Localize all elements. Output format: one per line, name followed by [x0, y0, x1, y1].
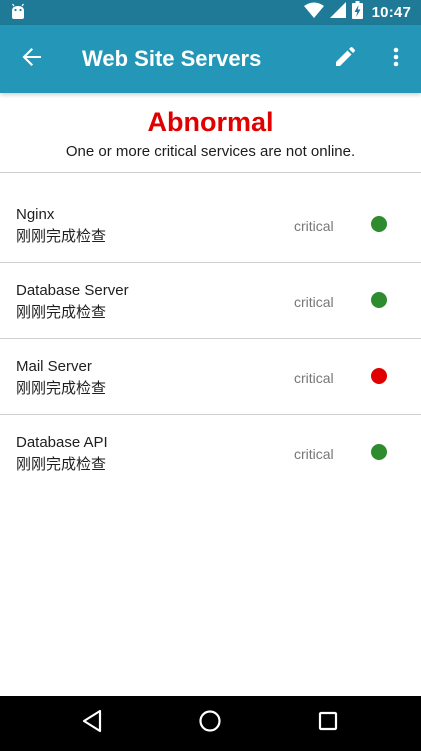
nav-recent-apps-button[interactable] — [313, 708, 343, 738]
page-title: Web Site Servers — [82, 46, 262, 71]
service-level: critical — [294, 294, 334, 310]
service-check-status: 刚刚完成检查 — [16, 228, 107, 245]
service-level: critical — [294, 218, 334, 234]
nav-back-icon — [81, 709, 103, 738]
status-dot-icon — [371, 292, 387, 308]
status-bar: 10:47 — [0, 0, 421, 25]
list-item[interactable]: Nginx 刚刚完成检查 critical — [0, 187, 421, 263]
nav-home-icon — [198, 709, 222, 738]
divider — [0, 172, 421, 173]
status-time: 10:47 — [371, 4, 411, 21]
service-check-status: 刚刚完成检查 — [16, 304, 107, 321]
status-summary: Abnormal One or more critical services a… — [0, 93, 421, 173]
battery-charging-icon — [351, 1, 363, 24]
more-options-button[interactable] — [378, 41, 414, 77]
status-dot-icon — [371, 368, 387, 384]
back-button[interactable] — [14, 41, 50, 77]
wifi-icon — [303, 2, 324, 23]
summary-message: One or more critical services are not on… — [65, 143, 356, 160]
system-nav-bar — [0, 696, 421, 751]
status-icons: 10:47 — [303, 0, 411, 25]
arrow-back-icon — [21, 46, 43, 73]
edit-button[interactable] — [327, 41, 363, 77]
nav-back-button[interactable] — [77, 708, 107, 738]
summary-status: Abnormal — [147, 107, 274, 137]
nav-recent-apps-icon — [317, 710, 339, 737]
status-dot-icon — [371, 216, 387, 232]
service-name: Mail Server — [16, 358, 92, 375]
nav-home-button[interactable] — [195, 708, 225, 738]
list-item[interactable]: Mail Server 刚刚完成检查 critical — [0, 339, 421, 415]
signal-icon — [329, 2, 346, 23]
service-check-status: 刚刚完成检查 — [16, 380, 107, 397]
edit-pencil-icon — [334, 46, 356, 73]
app-bar: Web Site Servers — [0, 25, 421, 93]
android-icon — [9, 3, 27, 21]
service-name: Nginx — [16, 206, 55, 223]
service-check-status: 刚刚完成检查 — [16, 456, 107, 473]
service-list: Nginx 刚刚完成检查 critical Database Server 刚刚… — [0, 187, 421, 491]
service-name: Database API — [16, 434, 108, 451]
service-level: critical — [294, 446, 334, 462]
service-name: Database Server — [16, 282, 129, 299]
list-item[interactable]: Database API 刚刚完成检查 critical — [0, 415, 421, 491]
more-vert-icon — [393, 47, 399, 72]
list-item[interactable]: Database Server 刚刚完成检查 critical — [0, 263, 421, 339]
status-dot-icon — [371, 444, 387, 460]
service-level: critical — [294, 370, 334, 386]
